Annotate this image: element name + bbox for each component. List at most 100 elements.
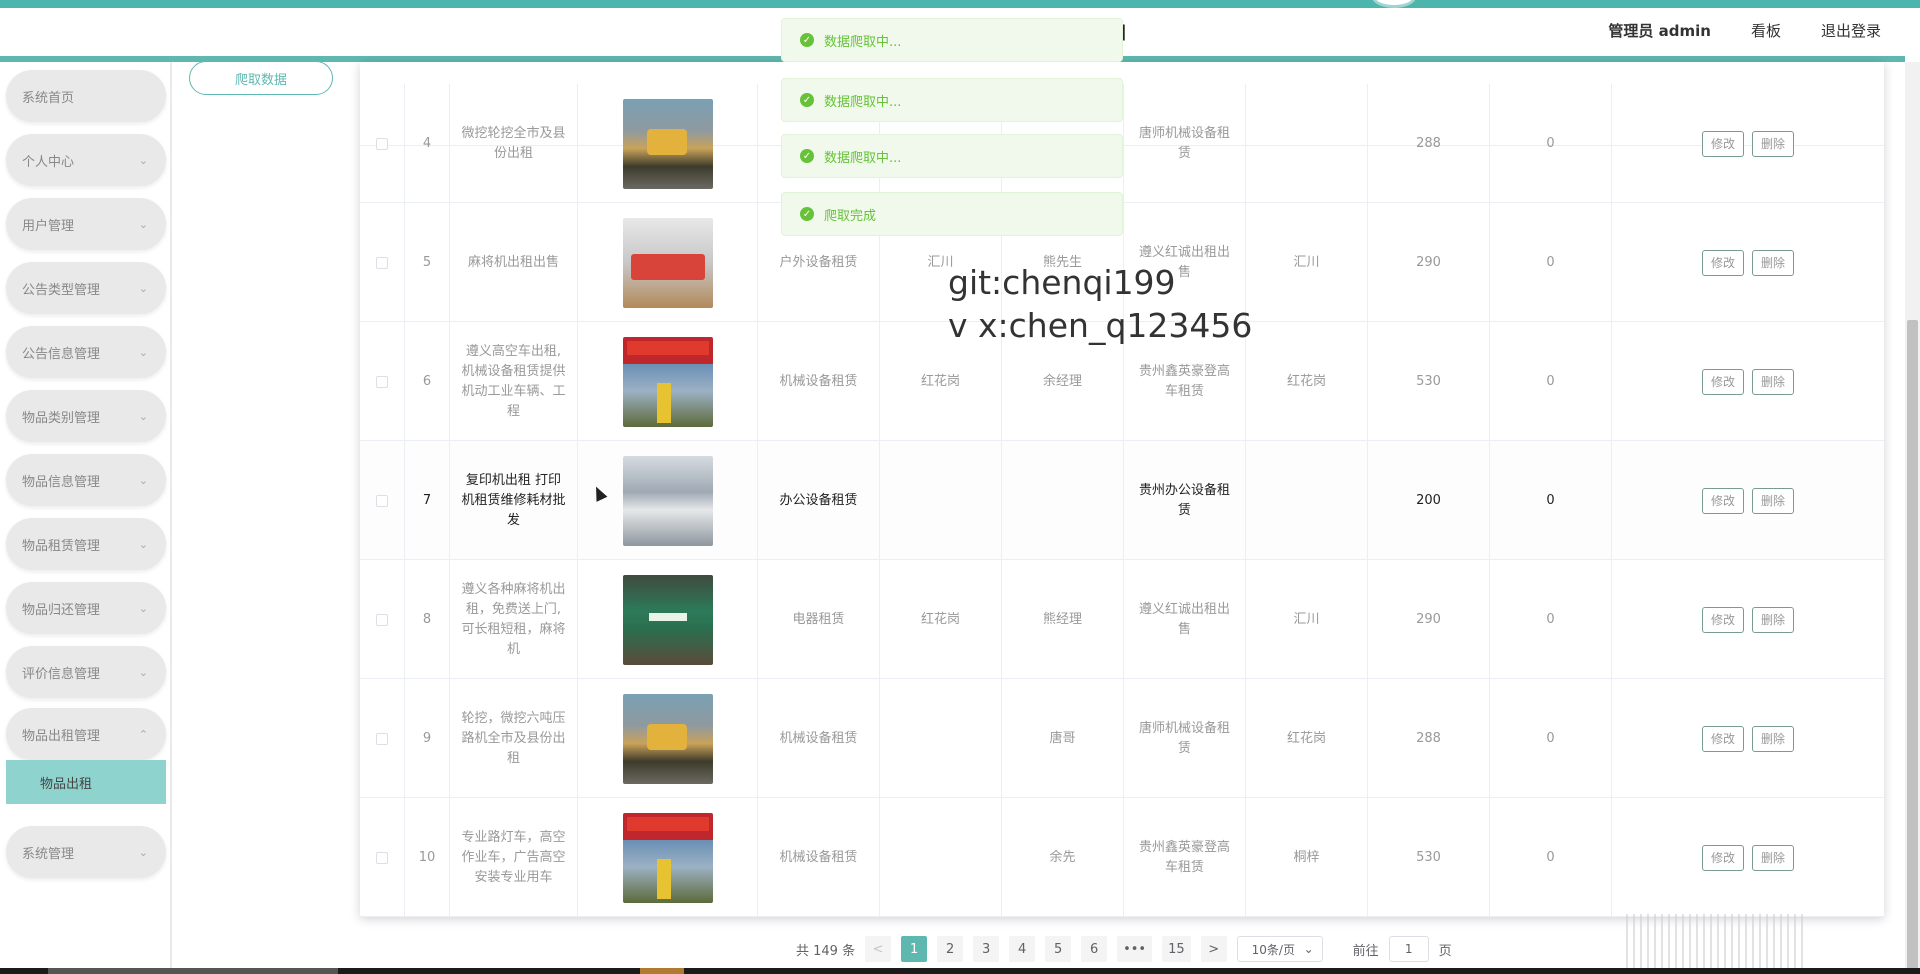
chevron-icon: ⌄: [138, 845, 148, 859]
item-contact: 余先: [1002, 798, 1124, 917]
sidebar-item[interactable]: 物品出租管理 ⌃: [6, 708, 166, 760]
item-count-text: 0: [1546, 135, 1555, 151]
delete-button[interactable]: 删除: [1752, 487, 1795, 514]
sidebar-item[interactable]: 系统管理 ⌄: [6, 826, 166, 878]
sidebar-item[interactable]: 公告信息管理 ⌄: [6, 326, 166, 378]
row-checkbox[interactable]: [376, 256, 388, 269]
edit-button[interactable]: 修改: [1701, 487, 1744, 514]
edit-button[interactable]: 修改: [1701, 844, 1744, 871]
item-price: 530: [1368, 322, 1490, 441]
item-shop: 遵义红诚出租出售: [1124, 560, 1246, 679]
delete-button[interactable]: 删除: [1752, 725, 1795, 752]
edit-button[interactable]: 修改: [1701, 725, 1744, 752]
page-size-select[interactable]: 10条/页 ⌄: [1236, 936, 1323, 962]
item-contact: [1002, 441, 1124, 560]
taskbar-strip: [0, 968, 1920, 974]
row-index: 10: [405, 798, 450, 917]
delete-button[interactable]: 删除: [1752, 249, 1795, 276]
row-checkbox[interactable]: [376, 375, 388, 388]
row-checkbox[interactable]: [376, 494, 388, 507]
sidebar-item-label: 物品信息管理: [22, 474, 101, 490]
item-region: 红花岗: [1246, 322, 1368, 441]
delete-button[interactable]: 删除: [1752, 130, 1795, 157]
crawl-data-button[interactable]: 爬取数据: [189, 61, 333, 95]
row-checkbox-cell: [360, 560, 405, 679]
page-ellipsis[interactable]: •••: [1117, 936, 1153, 962]
logout-link[interactable]: 退出登录: [1821, 20, 1881, 41]
page-number[interactable]: 15: [1162, 936, 1191, 962]
item-thumbnail: [622, 98, 713, 189]
item-image: [578, 679, 758, 798]
chevron-icon: ⌄: [138, 409, 148, 423]
sidebar-item[interactable]: 用户管理 ⌄: [6, 198, 166, 250]
board-link[interactable]: 看板: [1751, 20, 1781, 41]
sidebar-item[interactable]: 个人中心 ⌄: [6, 134, 166, 186]
item-region: [1246, 84, 1368, 203]
row-checkbox[interactable]: [376, 732, 388, 745]
edit-button[interactable]: 修改: [1701, 249, 1744, 276]
page-number[interactable]: 1: [901, 936, 928, 962]
row-checkbox-cell: [360, 203, 405, 322]
toast-text: 数据爬取中...: [824, 34, 902, 50]
watermark-line-1: git:chenqi199: [948, 263, 1176, 302]
page-number[interactable]: 3: [973, 936, 1000, 962]
sidebar-item[interactable]: 公告类型管理 ⌄: [6, 262, 166, 314]
sidebar-item[interactable]: 评价信息管理 ⌄: [6, 646, 166, 698]
next-page-button[interactable]: >: [1200, 936, 1227, 962]
table-row[interactable]: 10 专业路灯车，高空作业车，广告高空安装专业用车 机械设备租赁 余先 贵州鑫英豪登高车…: [360, 798, 1884, 917]
row-index: 7: [405, 441, 450, 560]
item-count-text: 0: [1546, 849, 1555, 865]
item-price: 290: [1368, 203, 1490, 322]
item-thumbnail: [622, 693, 713, 784]
sidebar-item-label: 个人中心: [22, 154, 75, 170]
goto-page-input[interactable]: 1: [1388, 936, 1429, 962]
item-category: 办公设备租赁: [758, 441, 880, 560]
item-image: [578, 798, 758, 917]
item-region: 汇川: [1246, 203, 1368, 322]
row-checkbox-cell: [360, 84, 405, 203]
item-price: 200: [1368, 441, 1490, 560]
toast-message: ✓ 爬取完成: [781, 192, 1123, 236]
scrollbar-thumb[interactable]: [1907, 320, 1918, 970]
item-price: 530: [1368, 798, 1490, 917]
row-checkbox[interactable]: [376, 137, 388, 150]
item-thumbnail: [622, 217, 713, 308]
success-check-icon: ✓: [800, 33, 814, 47]
item-shop-text: 唐师机械设备租赁: [1138, 720, 1230, 756]
sidebar-item[interactable]: 物品归还管理 ⌄: [6, 582, 166, 634]
item-region: [1246, 441, 1368, 560]
table-row[interactable]: 9 轮挖，微挖六吨压路机全市及县份出租 机械设备租赁 唐哥 唐师机械设备租赁 红花岗 288…: [360, 679, 1884, 798]
item-image: [578, 322, 758, 441]
edit-button[interactable]: 修改: [1701, 130, 1744, 157]
item-category-text: 机械设备租赁: [779, 730, 858, 746]
row-index: 9: [405, 679, 450, 798]
sidebar-subitem-active[interactable]: 物品出租: [6, 760, 166, 804]
page-number[interactable]: 2: [937, 936, 964, 962]
vertical-scrollbar[interactable]: [1905, 62, 1920, 974]
row-checkbox[interactable]: [376, 613, 388, 626]
edit-button[interactable]: 修改: [1701, 368, 1744, 395]
sidebar-item[interactable]: 物品租赁管理 ⌄: [6, 518, 166, 570]
table-row[interactable]: 7 复印机出租 打印机租赁维修耗材批发 办公设备租赁 贵州办公设备租赁 200 0 修改 删除: [360, 441, 1884, 560]
edit-button[interactable]: 修改: [1701, 606, 1744, 633]
item-region-text: 汇川: [1293, 611, 1320, 627]
row-checkbox-cell: [360, 679, 405, 798]
sidebar-item[interactable]: 物品类别管理 ⌄: [6, 390, 166, 442]
item-count: 0: [1490, 322, 1612, 441]
row-checkbox[interactable]: [376, 851, 388, 864]
item-area: 红花岗: [880, 560, 1002, 679]
page-number[interactable]: 5: [1045, 936, 1072, 962]
chevron-icon: ⌃: [138, 727, 148, 741]
delete-button[interactable]: 删除: [1752, 368, 1795, 395]
sidebar-item-label: 用户管理: [22, 218, 75, 234]
table-row[interactable]: 8 遵义各种麻将机出租，免费送上门,可长租短租，麻将机 电器租赁 红花岗 熊经理 遵义红诚…: [360, 560, 1884, 679]
sidebar-item[interactable]: 系统首页: [6, 70, 166, 122]
sidebar-item[interactable]: 物品信息管理 ⌄: [6, 454, 166, 506]
delete-button[interactable]: 删除: [1752, 606, 1795, 633]
delete-button[interactable]: 删除: [1752, 844, 1795, 871]
page-number[interactable]: 6: [1081, 936, 1108, 962]
item-name: 复印机出租 打印机租赁维修耗材批发: [450, 441, 578, 560]
page-number[interactable]: 4: [1009, 936, 1036, 962]
prev-page-button[interactable]: <: [865, 936, 892, 962]
item-name: 轮挖，微挖六吨压路机全市及县份出租: [450, 679, 578, 798]
